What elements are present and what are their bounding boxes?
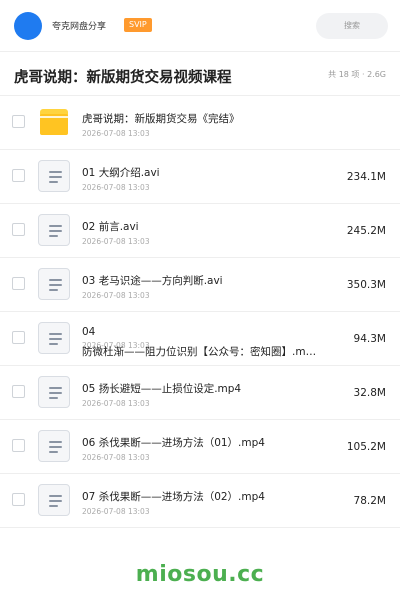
select-checkbox[interactable] <box>12 385 25 398</box>
file-size: 234.1M <box>346 171 386 183</box>
file-icon <box>38 160 70 192</box>
file-date: 2026-07-08 13:03 <box>82 291 150 300</box>
folder-icon <box>40 109 68 135</box>
file-name: 07 杀伐果断——进场方法（02）.mp4 <box>82 491 265 503</box>
file-size: 350.3M <box>346 279 386 291</box>
summary-separator: · <box>361 70 365 79</box>
file-icon <box>38 376 70 408</box>
select-checkbox[interactable] <box>12 277 25 290</box>
file-size: 78.2M <box>353 495 386 507</box>
avatar[interactable] <box>14 12 42 40</box>
file-name-line2: 防微杜渐——阻力位识别【公众号：密知圈】.m… <box>82 346 317 358</box>
file-name: 06 杀伐果断——进场方法（01）.mp4 <box>82 437 265 449</box>
share-name: 夸克网盘分享 <box>52 22 107 32</box>
file-icon <box>38 430 70 462</box>
list-item[interactable]: 05 扬长避短——止损位设定.mp4 2026-07-08 13:03 32.8… <box>0 366 400 420</box>
file-list: 虎哥说期：新版期货交易《完结》 2026-07-08 13:03 01 大纲介绍… <box>0 96 400 528</box>
list-item[interactable]: 02 前言.avi 2026-07-08 13:03 245.2M <box>0 204 400 258</box>
list-item[interactable]: 06 杀伐果断——进场方法（01）.mp4 2026-07-08 13:03 1… <box>0 420 400 474</box>
file-size: 32.8M <box>353 387 386 399</box>
file-date: 2026-07-08 13:03 <box>82 183 150 192</box>
file-date: 2026-07-08 13:03 <box>82 453 150 462</box>
list-item[interactable]: 01 大纲介绍.avi 2026-07-08 13:03 234.1M <box>0 150 400 204</box>
select-checkbox[interactable] <box>12 223 25 236</box>
select-checkbox[interactable] <box>12 493 25 506</box>
select-checkbox[interactable] <box>12 331 25 344</box>
file-size: 245.2M <box>346 225 386 237</box>
file-name: 02 前言.avi <box>82 221 139 233</box>
file-size: 105.2M <box>346 441 386 453</box>
header: 夸克网盘分享 SVIP 搜索 <box>0 0 400 52</box>
svip-badge: SVIP <box>124 18 152 32</box>
item-summary: 共 18 项 · 2.6G <box>328 69 386 80</box>
file-size: 94.3M <box>353 333 386 345</box>
item-count: 共 18 项 <box>328 70 360 79</box>
file-date: 2026-07-08 13:03 <box>82 237 150 246</box>
file-date: 2026-07-08 13:03 <box>82 507 150 516</box>
search-input[interactable]: 搜索 <box>316 13 388 39</box>
file-name: 01 大纲介绍.avi <box>82 167 160 179</box>
file-name: 虎哥说期：新版期货交易《完结》 <box>82 113 240 125</box>
file-icon <box>38 484 70 516</box>
list-item[interactable]: 04 2026-07-08 13:03 防微杜渐——阻力位识别【公众号：密知圈】… <box>0 312 400 366</box>
list-item[interactable]: 03 老马识途——方向判断.avi 2026-07-08 13:03 350.3… <box>0 258 400 312</box>
file-date: 2026-07-08 13:03 <box>82 399 150 408</box>
watermark: miosou.cc <box>135 562 265 587</box>
select-checkbox[interactable] <box>12 115 25 128</box>
file-icon <box>38 322 70 354</box>
total-size: 2.6G <box>367 70 386 79</box>
title-bar: 虎哥说期：新版期货交易视频课程 共 18 项 · 2.6G <box>0 52 400 96</box>
file-date: 2026-07-08 13:03 <box>82 129 150 138</box>
list-item[interactable]: 07 杀伐果断——进场方法（02）.mp4 2026-07-08 13:03 7… <box>0 474 400 528</box>
select-checkbox[interactable] <box>12 169 25 182</box>
select-checkbox[interactable] <box>12 439 25 452</box>
page-title: 虎哥说期：新版期货交易视频课程 <box>14 70 232 86</box>
list-item[interactable]: 虎哥说期：新版期货交易《完结》 2026-07-08 13:03 <box>0 96 400 150</box>
file-name-line1: 04 <box>82 326 96 338</box>
file-name: 05 扬长避短——止损位设定.mp4 <box>82 383 242 395</box>
file-icon <box>38 268 70 300</box>
file-icon <box>38 214 70 246</box>
file-name: 03 老马识途——方向判断.avi <box>82 275 223 287</box>
